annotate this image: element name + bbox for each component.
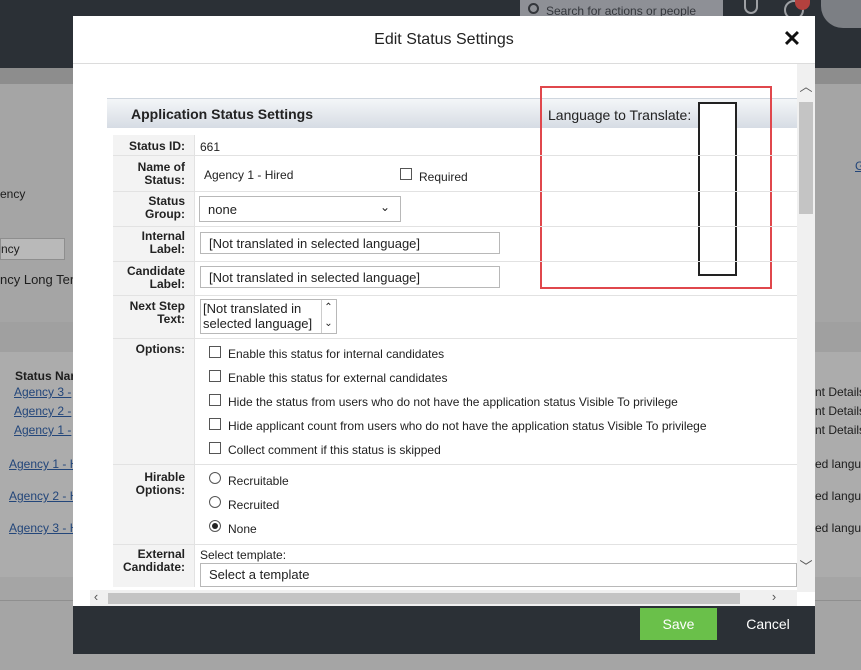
- hirable-option-label: Recruitable: [228, 474, 289, 488]
- dialog-title: Edit Status Settings: [73, 16, 815, 64]
- name-of-status-label: Name of Status:: [137, 160, 185, 187]
- background-text: nt Details: [815, 385, 861, 399]
- close-icon[interactable]: ✕: [781, 28, 803, 50]
- status-group-label: Status Group:: [145, 194, 185, 221]
- candidate-label-input[interactable]: [Not translated in selected language]: [200, 266, 500, 288]
- option-label: Enable this status for internal candidat…: [228, 347, 445, 361]
- scroll-up-arrow-icon[interactable]: ︿: [799, 80, 813, 94]
- row-divider: [113, 191, 797, 192]
- scroll-right-arrow-icon[interactable]: ›: [767, 590, 781, 604]
- row-divider: [113, 464, 797, 465]
- background-link: Agency 3 - H: [9, 521, 79, 535]
- column-divider: [194, 135, 195, 587]
- select-template-label: Select template:: [200, 548, 287, 562]
- vertical-scroll-thumb[interactable]: [799, 102, 813, 214]
- horizontal-scroll-thumb[interactable]: [108, 593, 740, 604]
- background-label: ncy Long Ter: [0, 272, 75, 287]
- scroll-down-arrow-icon[interactable]: ﹀: [799, 560, 813, 574]
- scroll-left-arrow-icon[interactable]: ‹: [89, 590, 103, 604]
- row-divider: [113, 226, 797, 227]
- options-label: Options:: [135, 342, 185, 356]
- hirable-options-label: Hirable Options:: [135, 470, 185, 497]
- background-link: Agency 3 -: [14, 385, 72, 399]
- option-checkbox[interactable]: [209, 346, 221, 358]
- hirable-option-label: Recruited: [228, 498, 280, 512]
- option-checkbox[interactable]: [209, 442, 221, 454]
- next-step-textarea[interactable]: [Not translated in selected language] ⌃ ⌄: [200, 299, 337, 334]
- option-checkbox[interactable]: [209, 418, 221, 430]
- template-select[interactable]: Select a template: [200, 563, 797, 587]
- hirable-radio[interactable]: [209, 496, 221, 508]
- background-link: Agency 2 - H: [9, 489, 79, 503]
- status-id-label: Status ID:: [128, 139, 185, 153]
- option-label: Enable this status for external candidat…: [228, 371, 448, 385]
- option-label: Hide the status from users who do not ha…: [228, 395, 678, 409]
- background-label: ency: [0, 187, 26, 201]
- required-label: Required: [419, 170, 468, 184]
- background-link: Agency 1 -: [14, 423, 72, 437]
- row-divider: [113, 155, 797, 156]
- candidate-label-label: Candidate Label:: [126, 264, 185, 291]
- internal-label-label: Internal Label:: [141, 229, 185, 256]
- name-of-status-value: Agency 1 - Hired: [204, 168, 294, 182]
- background-link: Agency 2 -: [14, 404, 72, 418]
- background-text: nt Details: [815, 404, 861, 418]
- background-link: G: [855, 159, 861, 173]
- section-title: Application Status Settings: [131, 106, 314, 122]
- cancel-button[interactable]: Cancel: [738, 608, 798, 640]
- required-checkbox[interactable]: [400, 168, 412, 180]
- edit-status-settings-dialog: Edit Status Settings ✕ Application Statu…: [73, 16, 815, 654]
- status-group-select[interactable]: none ⌄: [199, 196, 401, 222]
- external-candidate-label: External Candidate:: [122, 547, 185, 574]
- search-icon: [528, 3, 539, 14]
- option-label: Collect comment if this status is skippe…: [228, 443, 441, 457]
- chevron-down-icon: ⌄: [379, 200, 390, 214]
- background-table-header: Status Nar: [15, 369, 76, 383]
- hirable-radio-selected[interactable]: [209, 520, 221, 532]
- status-group-selected-value: none: [208, 202, 237, 217]
- status-id-value: 661: [200, 140, 221, 154]
- save-button[interactable]: Save: [640, 608, 717, 640]
- background-text: nt Details: [815, 423, 861, 437]
- textarea-scroll-arrows[interactable]: ⌃ ⌄: [321, 300, 335, 333]
- row-divider: [113, 338, 797, 339]
- highlight-box: [540, 86, 772, 289]
- row-divider: [113, 544, 797, 545]
- background-text: ed langua: [815, 457, 861, 471]
- notification-bell-icon[interactable]: [744, 0, 758, 14]
- background-link: Agency 1 - H: [9, 457, 79, 471]
- background-text: ed langua: [815, 489, 861, 503]
- background-input: ncy: [0, 238, 65, 260]
- option-label: Hide applicant count from users who do n…: [228, 419, 707, 433]
- internal-label-input[interactable]: [Not translated in selected language]: [200, 232, 500, 254]
- background-text: ed langua: [815, 521, 861, 535]
- hirable-option-label: None: [228, 522, 257, 536]
- hirable-radio[interactable]: [209, 472, 221, 484]
- row-divider: [113, 261, 797, 262]
- next-step-text-label: Next Step Text:: [129, 299, 185, 326]
- option-checkbox[interactable]: [209, 394, 221, 406]
- option-checkbox[interactable]: [209, 370, 221, 382]
- background-input-text: ncy: [1, 242, 20, 256]
- next-step-text-value: [Not translated in selected language]: [203, 301, 313, 331]
- row-divider: [113, 295, 797, 296]
